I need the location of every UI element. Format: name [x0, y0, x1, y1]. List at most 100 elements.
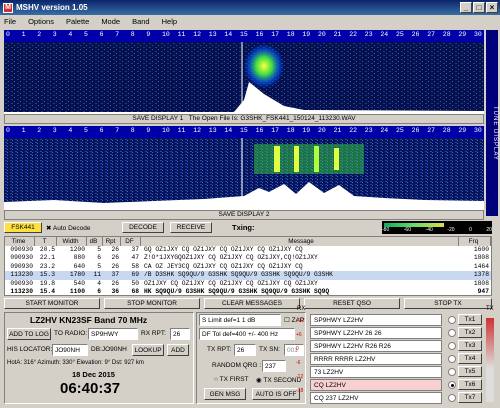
col-frq[interactable]: Frq [459, 237, 491, 246]
open-file-info: The Open File Is: G3SHK_FSK441_150124_11… [188, 115, 356, 122]
table-cell: 69 [131, 271, 139, 279]
df-tol-select[interactable]: DF Tol def=400 +/- 400 Hz [199, 328, 295, 340]
menu-band[interactable]: Band [132, 17, 150, 26]
ruler-tick: 11 [177, 31, 186, 38]
meter-tick: 0 [469, 227, 472, 233]
table-row[interactable]: 090930 20.5 1200 5 26 37 GQ OZ1JXY CQ OZ1JXY C… [5, 246, 491, 254]
time-ruler-1: 0 1 2 3 4 5 6 7 8 9 10 11 12 13 14 15 16 17 18 19 20 21 22 23 24… [4, 30, 484, 42]
tx-button-5[interactable]: Tx5 [458, 366, 482, 377]
start-monitor-button[interactable]: START MONITOR [4, 298, 100, 309]
col-time[interactable]: Time [5, 237, 35, 246]
window-title: MSHV version 1.05 [16, 3, 88, 12]
tx-button-7[interactable]: Tx7 [458, 392, 482, 403]
level-scale: +12 +6 0 -6 -12 -18 [296, 318, 310, 398]
menu-options[interactable]: Options [28, 17, 54, 26]
tx-select-radio-1[interactable] [448, 316, 456, 324]
save-display-1-bar[interactable]: SAVE DISPLAY 1 The Open File Is: G3SHK_F… [4, 114, 484, 124]
menu-palette[interactable]: Palette [66, 17, 89, 26]
ruler-tick: 19 [302, 127, 311, 134]
meter-tick: -60 [403, 227, 411, 233]
tx-message-input-4[interactable]: RRRR RRRR LZ2HV [310, 353, 442, 365]
tune-display-strip[interactable]: TUNE DISPLAY [486, 30, 498, 216]
table-cell: 1780 [69, 271, 85, 279]
waterfall-display-2[interactable] [4, 138, 484, 210]
tx-message-input-6[interactable]: CQ LZ2HV [310, 379, 442, 391]
tx-button-2[interactable]: Tx2 [458, 327, 482, 338]
reset-qso-button[interactable]: RESET QSO [304, 298, 400, 309]
table-cell: 20.5 [39, 246, 55, 253]
tx-rpt-input[interactable]: 26 [234, 344, 256, 356]
close-button[interactable]: × [486, 2, 498, 13]
tx-message-input-3[interactable]: SP9HWY LZ2HV R26 R26 [310, 340, 442, 352]
rx-rpt-input[interactable]: 26 [170, 328, 190, 340]
clear-messages-button[interactable]: CLEAR MESSAGES [204, 298, 300, 309]
col-rpt[interactable]: Rpt [103, 237, 121, 246]
lookup-button[interactable]: LOOKUP [132, 344, 164, 356]
decoded-messages-table[interactable]: Time T Width dB Rpt DF Message Frq 09093… [4, 236, 492, 296]
tx-message-input-2[interactable]: SP9HWY LZ2HV 26 26 [310, 327, 442, 339]
random-qrg-input[interactable]: 237 [262, 360, 286, 372]
tx-message-input-7[interactable]: CQ 237 LZ2HV [310, 392, 442, 404]
menu-file[interactable]: File [4, 17, 16, 26]
ruler-tick: 10 [162, 31, 170, 38]
stop-tx-button[interactable]: STOP TX [404, 298, 492, 309]
menu-mode[interactable]: Mode [101, 17, 120, 26]
tx-first-radio[interactable]: ○ TX FIRST [214, 376, 249, 383]
table-row[interactable]: 090930 19.8 540 4 26 50 OZ1JXY CQ OZ1JXY CQ OZ… [5, 280, 491, 288]
to-radio-input[interactable]: SP9HWY [88, 328, 138, 340]
s-limit-select[interactable]: S Limit def=1 1 dB [199, 314, 281, 326]
table-row[interactable]: 090930 23.2 640 5 26 58 CA OZ JEY3CQ OZ1JXY CQ… [5, 263, 491, 271]
tx-label: TX [486, 306, 494, 312]
gen-msg-button[interactable]: GEN MSG [204, 388, 246, 400]
table-cell: OZ1JXY CQ OZ1JXY CQ OZ1JXY CQ OZ1JXY CQ … [144, 279, 318, 287]
tx-message-input-5[interactable]: 73 LZ2HV [310, 366, 442, 378]
tx-select-radio-5[interactable] [448, 368, 456, 376]
add-to-log-button[interactable]: ADD TO LOG [7, 328, 51, 340]
tx-message-input-1[interactable]: SP9HWY LZ2HV [310, 314, 442, 326]
table-cell: 5 [97, 246, 101, 253]
ruler-tick: 25 [396, 31, 404, 38]
tx-button-3[interactable]: Tx3 [458, 340, 482, 351]
table-cell: 50 [131, 279, 139, 287]
save-display-2-bar[interactable]: SAVE DISPLAY 2 [4, 210, 484, 220]
tx-select-radio-4[interactable] [448, 355, 456, 363]
ruler-tick: 7 [115, 31, 120, 38]
col-db[interactable]: dB [87, 237, 103, 246]
col-t[interactable]: T [35, 237, 57, 246]
his-locator-input[interactable]: JO90NH [52, 344, 88, 356]
table-cell: 090930 [10, 279, 33, 287]
col-df[interactable]: DF [121, 237, 141, 246]
table-cell: 6 [97, 254, 101, 262]
tx-select-radio-6[interactable] [448, 381, 456, 389]
tx-button-6[interactable]: Tx6 [458, 379, 482, 390]
tx-select-radio-3[interactable] [448, 342, 456, 350]
ruler-tick: 29 [458, 31, 467, 38]
add-button[interactable]: ADD [167, 344, 189, 356]
tx-select-radio-7[interactable] [448, 394, 456, 402]
table-row[interactable]: 113230 15.3 1780 11 37 69/B D3SHK SQ9QU/9 G3S… [5, 271, 491, 280]
ruler-tick: 7 [115, 127, 120, 134]
tx-select-radio-2[interactable] [448, 329, 456, 337]
auto-decode-checkbox[interactable]: ✖ Auto Decode [46, 224, 91, 232]
col-width[interactable]: Width [57, 237, 87, 246]
tx-button-1[interactable]: Tx1 [458, 314, 482, 325]
decode-button[interactable]: DECODE [122, 222, 164, 233]
minimize-button[interactable]: _ [460, 2, 472, 13]
receive-button[interactable]: RECEIVE [170, 222, 212, 233]
mode-indicator[interactable]: FSK441 [4, 222, 42, 233]
col-message[interactable]: Message [141, 237, 459, 246]
table-row[interactable]: 090930 22.1 880 6 26 47 Z!O*1JXYGQOZ1JXY CQ OZ… [5, 254, 491, 262]
tx-button-4[interactable]: Tx4 [458, 353, 482, 364]
table-row[interactable]: 113230 15.4 1100 6 36 68 HK SQ9QU/9 G3SHK SQ9Q… [5, 288, 491, 296]
maximize-button[interactable]: □ [473, 2, 485, 13]
waterfall-display-1[interactable] [4, 42, 484, 114]
tx-rpt-label: TX RPT: [207, 346, 232, 353]
ruler-tick: 15 [240, 31, 248, 38]
tx-second-radio[interactable]: ◉ TX SECOND [256, 376, 301, 384]
menu-help[interactable]: Help [162, 17, 177, 26]
stop-monitor-button[interactable]: STOP MONITOR [104, 298, 200, 309]
table-cell: 26 [111, 279, 119, 287]
auto-is-off-button[interactable]: AUTO IS OFF [252, 388, 300, 400]
azimuth-info: HotA: 316° Azimuth: 330° Elevation: 9° D… [7, 360, 144, 366]
menu-bar: File Options Palette Mode Band Help [0, 15, 500, 28]
